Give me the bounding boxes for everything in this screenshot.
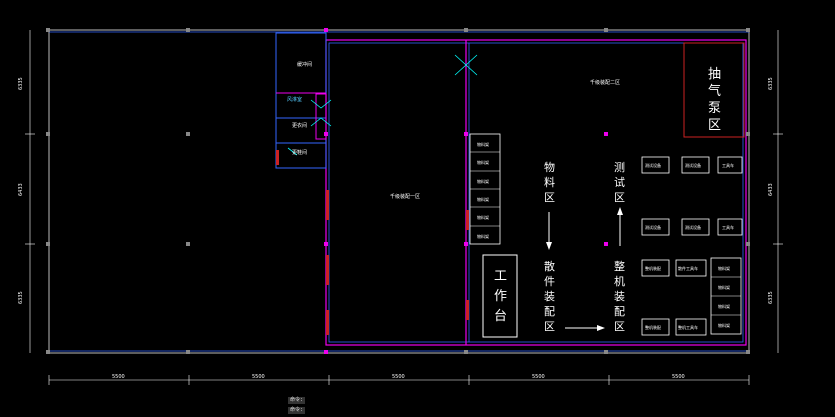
arrow-up-icon (617, 207, 623, 215)
rack-label: 物料架 (477, 141, 489, 147)
rack-label: 物料架 (477, 159, 489, 165)
right-rack-label: 物料架 (718, 284, 730, 290)
assembly-zone-two-label: 千级装配二区 (590, 79, 620, 86)
machine-zone-char-5: 区 (614, 320, 625, 333)
equipment-label: 测试设备 (645, 224, 661, 230)
dimension-label: 5500 (252, 374, 265, 380)
machine-zone-char-3: 装 (614, 290, 625, 303)
machine-zone-char-2: 机 (614, 274, 625, 288)
machine-zone-char-4: 配 (614, 305, 625, 318)
parts-zone-char-5: 区 (544, 320, 555, 333)
pump-char-2: 气 (708, 83, 721, 99)
material-zone-char-2: 料 (544, 175, 555, 189)
parts-zone-char-3: 装 (544, 290, 555, 303)
workbench-char-2: 作 (494, 289, 507, 304)
rack-label: 物料架 (477, 214, 489, 220)
assembly-zone-one-label: 千级装配一区 (390, 193, 420, 200)
floor-plan-drawing: 缓冲间 风淋室 更衣间 更鞋间 千级装配一区 千级装配二区 抽 气 泵 区 物 … (18, 28, 783, 385)
command-line[interactable]: 命令: (288, 407, 306, 414)
rack-label: 物料架 (477, 233, 489, 239)
dimension-label: 6433 (18, 183, 24, 196)
workbench-char-3: 台 (494, 309, 507, 324)
changing-room-label: 更衣间 (292, 122, 307, 129)
equipment-label: 测试设备 (685, 224, 701, 230)
pump-char-4: 区 (708, 118, 721, 133)
assembly-equipment-label: 整机装配 (645, 265, 661, 271)
rack-label: 物料架 (477, 196, 489, 202)
right-rack-label: 物料架 (718, 303, 730, 309)
dimension-label: 6335 (18, 77, 24, 90)
pump-char-3: 泵 (708, 101, 721, 116)
parts-zone-char-2: 件 (544, 275, 555, 288)
workbench-char-1: 工 (494, 269, 507, 284)
parts-zone-char-4: 配 (544, 305, 555, 318)
parts-zone-char-1: 散 (544, 259, 555, 273)
air-shower-label: 风淋室 (287, 96, 302, 103)
buffer-room-label: 缓冲间 (297, 61, 312, 68)
right-rack-label: 物料架 (718, 265, 730, 271)
dimension-label: 5500 (532, 374, 545, 380)
equipment-label: 工具车 (722, 224, 734, 230)
dimension-label: 6335 (768, 291, 774, 304)
machine-zone-char-1: 整 (614, 259, 625, 273)
cleanroom-outline (325, 39, 747, 346)
assembly-equipment-label: 整机工具车 (678, 324, 698, 330)
dimension-label: 5500 (112, 374, 125, 380)
dimension-label: 5500 (672, 374, 685, 380)
assembly-equipment-label: 散件工具车 (678, 265, 698, 271)
material-zone-char-3: 区 (544, 191, 555, 204)
assembly-equipment-label: 整机装配 (645, 324, 661, 330)
command-line[interactable]: 命令: (288, 397, 306, 404)
arrow-right-icon (597, 325, 605, 331)
equipment-label: 测试设备 (645, 162, 661, 168)
dimension-label: 6433 (768, 183, 774, 196)
dimension-label: 6335 (18, 291, 24, 304)
equipment-label: 工具车 (722, 162, 734, 168)
test-zone-char-2: 试 (614, 176, 625, 189)
right-rack-label: 物料架 (718, 322, 730, 328)
dimension-label: 5500 (392, 374, 405, 380)
arrow-down-icon (546, 242, 552, 250)
dimension-label: 6335 (768, 77, 774, 90)
test-zone-char-3: 区 (614, 191, 625, 204)
material-racks (469, 133, 501, 245)
test-zone-char-1: 测 (614, 161, 625, 174)
rack-label: 物料架 (477, 178, 489, 184)
building-outline (48, 29, 750, 354)
material-zone-char-1: 物 (544, 160, 555, 174)
pump-char-1: 抽 (708, 67, 721, 82)
shoe-room-label: 更鞋间 (292, 149, 307, 156)
equipment-label: 测试设备 (685, 162, 701, 168)
